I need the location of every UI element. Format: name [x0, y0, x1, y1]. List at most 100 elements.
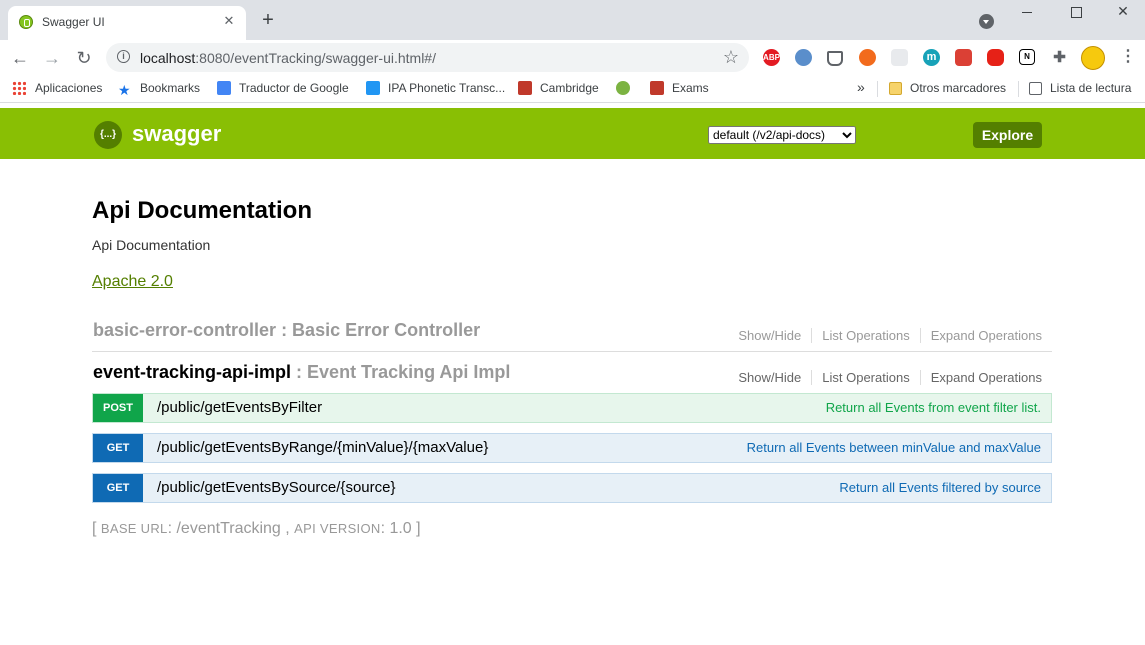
operation-get-getEventsByRange[interactable]: GET /public/getEventsByRange/{minValue}/… [92, 433, 1052, 463]
expand-operations-link[interactable]: Expand Operations [919, 370, 1052, 385]
reload-icon[interactable]: ↻ [73, 48, 95, 68]
operation-path[interactable]: /public/getEventsBySource/{source} [157, 479, 395, 496]
adblock-plus-icon[interactable]: ABP [763, 49, 780, 66]
bookmark-cambridge[interactable]: Cambridge [518, 81, 599, 95]
notion-icon[interactable]: N [1019, 49, 1035, 65]
bookmark-label: Bookmarks [140, 81, 201, 95]
swagger-favicon-icon [19, 15, 33, 29]
cambridge-shield-icon [650, 81, 664, 95]
resource-options: Show/Hide List Operations Expand Operation… [728, 328, 1052, 343]
resource-description: : Event Tracking Api Impl [291, 362, 511, 382]
resource-options: Show/Hide List Operations Expand Operation… [728, 370, 1052, 385]
bookmark-label: Traductor de Google [239, 81, 349, 95]
folder-icon [889, 82, 902, 95]
api-version-label: API VERSION [294, 521, 381, 536]
tab-search-icon[interactable] [979, 14, 994, 29]
show-hide-link[interactable]: Show/Hide [728, 328, 811, 343]
api-footer: [ BASE URL: /eventTracking , API VERSION… [92, 520, 421, 538]
bookmarks-divider [877, 81, 878, 97]
bookmark-label: Cambridge [540, 81, 599, 95]
http-method-badge[interactable]: GET [93, 434, 143, 462]
extension-grey-icon[interactable] [891, 49, 908, 66]
list-operations-link[interactable]: List Operations [811, 328, 919, 343]
resource-name[interactable]: basic-error-controller [93, 320, 276, 340]
http-method-badge[interactable]: POST [93, 394, 143, 422]
api-spec-select[interactable]: default (/v2/api-docs) [708, 126, 856, 144]
operation-get-getEventsBySource[interactable]: GET /public/getEventsBySource/{source} R… [92, 473, 1052, 503]
reading-list-icon [1029, 82, 1042, 95]
forward-arrow-icon[interactable]: → [41, 48, 63, 68]
url-text[interactable]: localhost:8080/eventTracking/swagger-ui.… [140, 50, 436, 66]
bookmark-ipa[interactable]: IPA Phonetic Transc... [366, 81, 505, 95]
url-path: :8080/eventTracking/swagger-ui.html#/ [195, 50, 436, 66]
bookmark-exams[interactable]: Exams [650, 81, 709, 95]
url-host: localhost [140, 50, 196, 66]
operation-path[interactable]: /public/getEventsByFilter [157, 399, 322, 416]
minimize-window-button[interactable] [1012, 4, 1042, 20]
profile-avatar[interactable] [1081, 46, 1105, 70]
api-description: Api Documentation [92, 237, 211, 253]
todoist-icon[interactable] [955, 49, 972, 66]
license-link[interactable]: Apache 2.0 [92, 273, 173, 291]
list-operations-link[interactable]: List Operations [811, 370, 919, 385]
resource-heading[interactable]: basic-error-controller : Basic Error Con… [93, 320, 480, 341]
operation-summary[interactable]: Return all Events filtered by source [839, 480, 1041, 495]
browser-tabstrip: Swagger UI ✕ + ✕ [0, 0, 1145, 40]
tab-title: Swagger UI [42, 15, 105, 29]
resource-description: : Basic Error Controller [276, 320, 481, 340]
resource-heading[interactable]: event-tracking-api-impl : Event Tracking… [93, 362, 510, 383]
api-title: Api Documentation [92, 197, 312, 224]
operation-post-getEventsByFilter[interactable]: POST /public/getEventsByFilter Return al… [92, 393, 1052, 423]
bookmark-apps[interactable]: Aplicaciones [12, 81, 102, 95]
base-url-value: : /eventTracking , [167, 520, 295, 537]
resource-name[interactable]: event-tracking-api-impl [93, 362, 291, 382]
bookmark-people[interactable] [616, 81, 638, 95]
explore-button[interactable]: Explore [973, 122, 1042, 148]
cambridge-shield-icon [518, 81, 532, 95]
browser-tab[interactable]: Swagger UI ✕ [8, 6, 246, 40]
extension-orange-icon[interactable] [859, 49, 876, 66]
bookmark-star-icon[interactable]: ☆ [723, 47, 739, 68]
base-url-label: BASE URL [100, 521, 168, 536]
back-arrow-icon[interactable]: ← [9, 48, 31, 68]
bookmark-label: IPA Phonetic Transc... [388, 81, 506, 95]
close-window-button[interactable]: ✕ [1108, 4, 1138, 20]
http-method-badge[interactable]: GET [93, 474, 143, 502]
extension-info-icon[interactable] [795, 49, 812, 66]
resource-event-tracking-api-impl: event-tracking-api-impl : Event Tracking… [92, 360, 1052, 392]
pocket-icon[interactable] [827, 51, 843, 66]
bookmark-label: Otros marcadores [910, 81, 1007, 95]
bookmark-label: Lista de lectura [1050, 81, 1132, 95]
google-translate-icon [217, 81, 231, 95]
bookmarks-bar: Aplicaciones ★ Bookmarks Traductor de Goo… [0, 76, 1145, 103]
video-extension-icon[interactable] [987, 49, 1004, 66]
site-info-icon[interactable]: i [117, 50, 130, 63]
extensions-puzzle-icon[interactable]: ✚ [1051, 49, 1068, 66]
operation-summary[interactable]: Return all Events from event filter list… [826, 400, 1041, 415]
new-tab-button[interactable]: + [258, 10, 278, 30]
address-bar[interactable]: i localhost:8080/eventTracking/swagger-u… [106, 43, 749, 72]
api-version-value: : 1.0 ] [380, 520, 421, 537]
bookmarks-divider [1018, 81, 1019, 97]
reading-list-button[interactable]: Lista de lectura [1029, 81, 1131, 95]
bookmark-bookmarks[interactable]: ★ Bookmarks [118, 81, 200, 97]
swagger-logo-icon[interactable]: {...} [94, 121, 122, 149]
bookmark-label: Exams [672, 81, 709, 95]
swagger-title[interactable]: swagger [132, 121, 221, 147]
ipa-icon [366, 81, 380, 95]
close-tab-icon[interactable]: ✕ [220, 12, 238, 30]
other-bookmarks-folder[interactable]: Otros marcadores [889, 81, 1006, 95]
browser-menu-icon[interactable]: ⋮ [1120, 48, 1136, 66]
operation-summary[interactable]: Return all Events between minValue and m… [747, 440, 1041, 455]
people-icon [616, 81, 630, 95]
extension-m-icon[interactable]: m [923, 49, 940, 66]
bookmark-google-translate[interactable]: Traductor de Google [217, 81, 349, 95]
expand-operations-link[interactable]: Expand Operations [919, 328, 1052, 343]
browser-toolbar: ← → ↻ i localhost:8080/eventTracking/swa… [0, 40, 1145, 76]
bookmarks-overflow-button[interactable]: » [857, 79, 865, 95]
operation-path[interactable]: /public/getEventsByRange/{minValue}/{max… [157, 439, 488, 456]
show-hide-link[interactable]: Show/Hide [728, 370, 811, 385]
swagger-header: {...} swagger default (/v2/api-docs) Exp… [0, 108, 1145, 159]
footer-open: [ [92, 520, 101, 537]
maximize-window-button[interactable] [1062, 4, 1092, 20]
